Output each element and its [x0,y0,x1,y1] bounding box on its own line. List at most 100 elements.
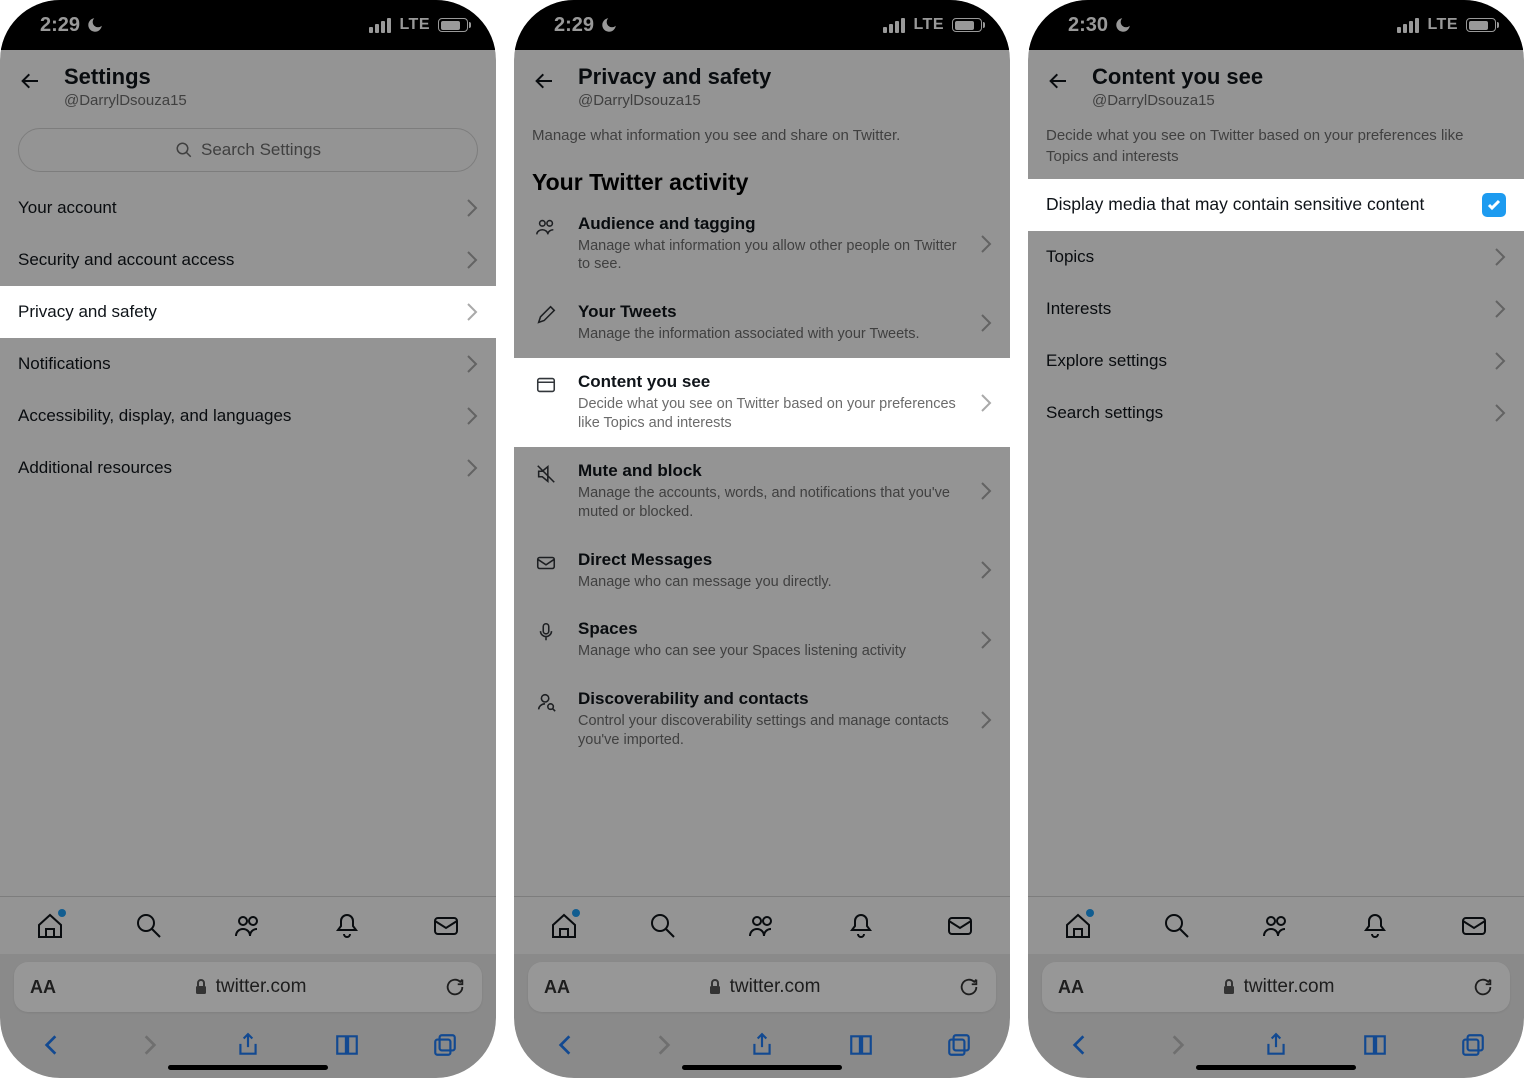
chevron-right-icon [1494,247,1506,267]
item-additional[interactable]: Additional resources [0,442,496,494]
chevron-right-icon [466,250,478,270]
back-icon[interactable] [18,69,42,93]
tab-bell-icon[interactable] [1360,911,1390,941]
item-explore-settings[interactable]: Explore settings [1028,335,1524,387]
tab-bell-icon[interactable] [846,911,876,941]
toggle-sensitive-media[interactable]: Display media that may contain sensitive… [1028,179,1524,231]
reload-icon[interactable] [958,976,980,998]
reload-icon[interactable] [1472,976,1494,998]
checkbox-checked[interactable] [1482,193,1506,217]
safari-aa-button[interactable]: AA [544,977,570,998]
status-time: 2:29 [554,14,594,37]
tab-people-icon[interactable] [233,911,263,941]
tab-search-icon[interactable] [648,911,678,941]
safari-tabs-button[interactable] [1458,1030,1488,1060]
item-mute-block[interactable]: Mute and blockManage the accounts, words… [514,447,1010,536]
item-direct-messages[interactable]: Direct MessagesManage who can message yo… [514,536,1010,606]
tab-mail-icon[interactable] [1459,911,1489,941]
tab-mail-icon[interactable] [945,911,975,941]
item-your-tweets[interactable]: Your TweetsManage the information associ… [514,288,1010,358]
battery-icon [1466,18,1496,32]
item-privacy-safety[interactable]: Privacy and safety [0,286,496,338]
user-handle: @DarrylDsouza15 [64,92,187,109]
screen-header: Settings @DarrylDsouza15 [0,50,496,122]
safari-bookmarks-button[interactable] [846,1030,876,1060]
chevron-right-icon [980,630,992,650]
safari-back-button[interactable] [550,1030,580,1060]
lock-icon [1222,979,1236,995]
person-search-icon [532,691,560,713]
item-audience-tagging[interactable]: Audience and taggingManage what informat… [514,200,1010,289]
battery-icon [952,18,982,32]
back-icon[interactable] [532,69,556,93]
status-bar: 2:29 LTE [514,0,1010,50]
safari-forward-button [649,1030,679,1060]
item-interests[interactable]: Interests [1028,283,1524,335]
tab-people-icon[interactable] [1261,911,1291,941]
lock-icon [194,979,208,995]
item-security[interactable]: Security and account access [0,234,496,286]
activity-list: Audience and taggingManage what informat… [514,200,1010,764]
chevron-right-icon [1494,299,1506,319]
safari-tabs-button[interactable] [430,1030,460,1060]
item-search-settings[interactable]: Search settings [1028,387,1524,439]
chevron-right-icon [980,234,992,254]
item-content-you-see[interactable]: Content you seeDecide what you see on Tw… [514,358,1010,447]
content-list: Display media that may contain sensitive… [1028,179,1524,439]
tab-people-icon[interactable] [747,911,777,941]
home-indicator[interactable] [1196,1065,1356,1070]
tab-home-icon[interactable] [549,911,579,941]
safari-tabs-button[interactable] [944,1030,974,1060]
screen-header: Content you see @DarrylDsouza15 [1028,50,1524,122]
tab-search-icon[interactable] [1162,911,1192,941]
safari-bookmarks-button[interactable] [1360,1030,1390,1060]
safari-address-bar[interactable]: AA twitter.com [1042,962,1510,1012]
safari-chrome: AA twitter.com [514,954,1010,1078]
user-handle: @DarrylDsouza15 [578,92,771,109]
safari-aa-button[interactable]: AA [30,977,56,998]
lock-icon [708,979,722,995]
item-discoverability[interactable]: Discoverability and contactsControl your… [514,675,1010,764]
tab-search-icon[interactable] [134,911,164,941]
twitter-tabbar [1028,896,1524,954]
search-placeholder: Search Settings [201,140,321,160]
tab-bell-icon[interactable] [332,911,362,941]
home-indicator[interactable] [168,1065,328,1070]
safari-share-button[interactable] [233,1030,263,1060]
people-icon [532,216,560,238]
safari-aa-button[interactable]: AA [1058,977,1084,998]
status-bar: 2:30 LTE [1028,0,1524,50]
tab-home-icon[interactable] [35,911,65,941]
safari-back-button[interactable] [1064,1030,1094,1060]
item-topics[interactable]: Topics [1028,231,1524,283]
item-your-account[interactable]: Your account [0,182,496,234]
back-icon[interactable] [1046,69,1070,93]
safari-address-bar[interactable]: AA twitter.com [14,962,482,1012]
safari-bookmarks-button[interactable] [332,1030,362,1060]
chevron-right-icon [466,406,478,426]
screen-header: Privacy and safety @DarrylDsouza15 [514,50,1010,122]
search-input[interactable]: Search Settings [18,128,478,172]
section-title: Your Twitter activity [514,159,1010,200]
page-title: Content you see [1092,64,1263,90]
home-indicator[interactable] [682,1065,842,1070]
reload-icon[interactable] [444,976,466,998]
phone-privacy-safety: 2:29 LTE Privacy and safety @DarrylDsouz… [514,0,1010,1078]
battery-icon [438,18,468,32]
envelope-icon [532,552,560,574]
safari-forward-button [135,1030,165,1060]
item-notifications[interactable]: Notifications [0,338,496,390]
safari-back-button[interactable] [36,1030,66,1060]
signal-icon [1397,18,1419,33]
tab-mail-icon[interactable] [431,911,461,941]
chevron-right-icon [980,710,992,730]
safari-share-button[interactable] [747,1030,777,1060]
tab-home-icon[interactable] [1063,911,1093,941]
item-spaces[interactable]: SpacesManage who can see your Spaces lis… [514,605,1010,675]
safari-address-bar[interactable]: AA twitter.com [528,962,996,1012]
chevron-right-icon [980,313,992,333]
item-accessibility[interactable]: Accessibility, display, and languages [0,390,496,442]
twitter-tabbar [0,896,496,954]
safari-share-button[interactable] [1261,1030,1291,1060]
search-icon [175,141,193,159]
